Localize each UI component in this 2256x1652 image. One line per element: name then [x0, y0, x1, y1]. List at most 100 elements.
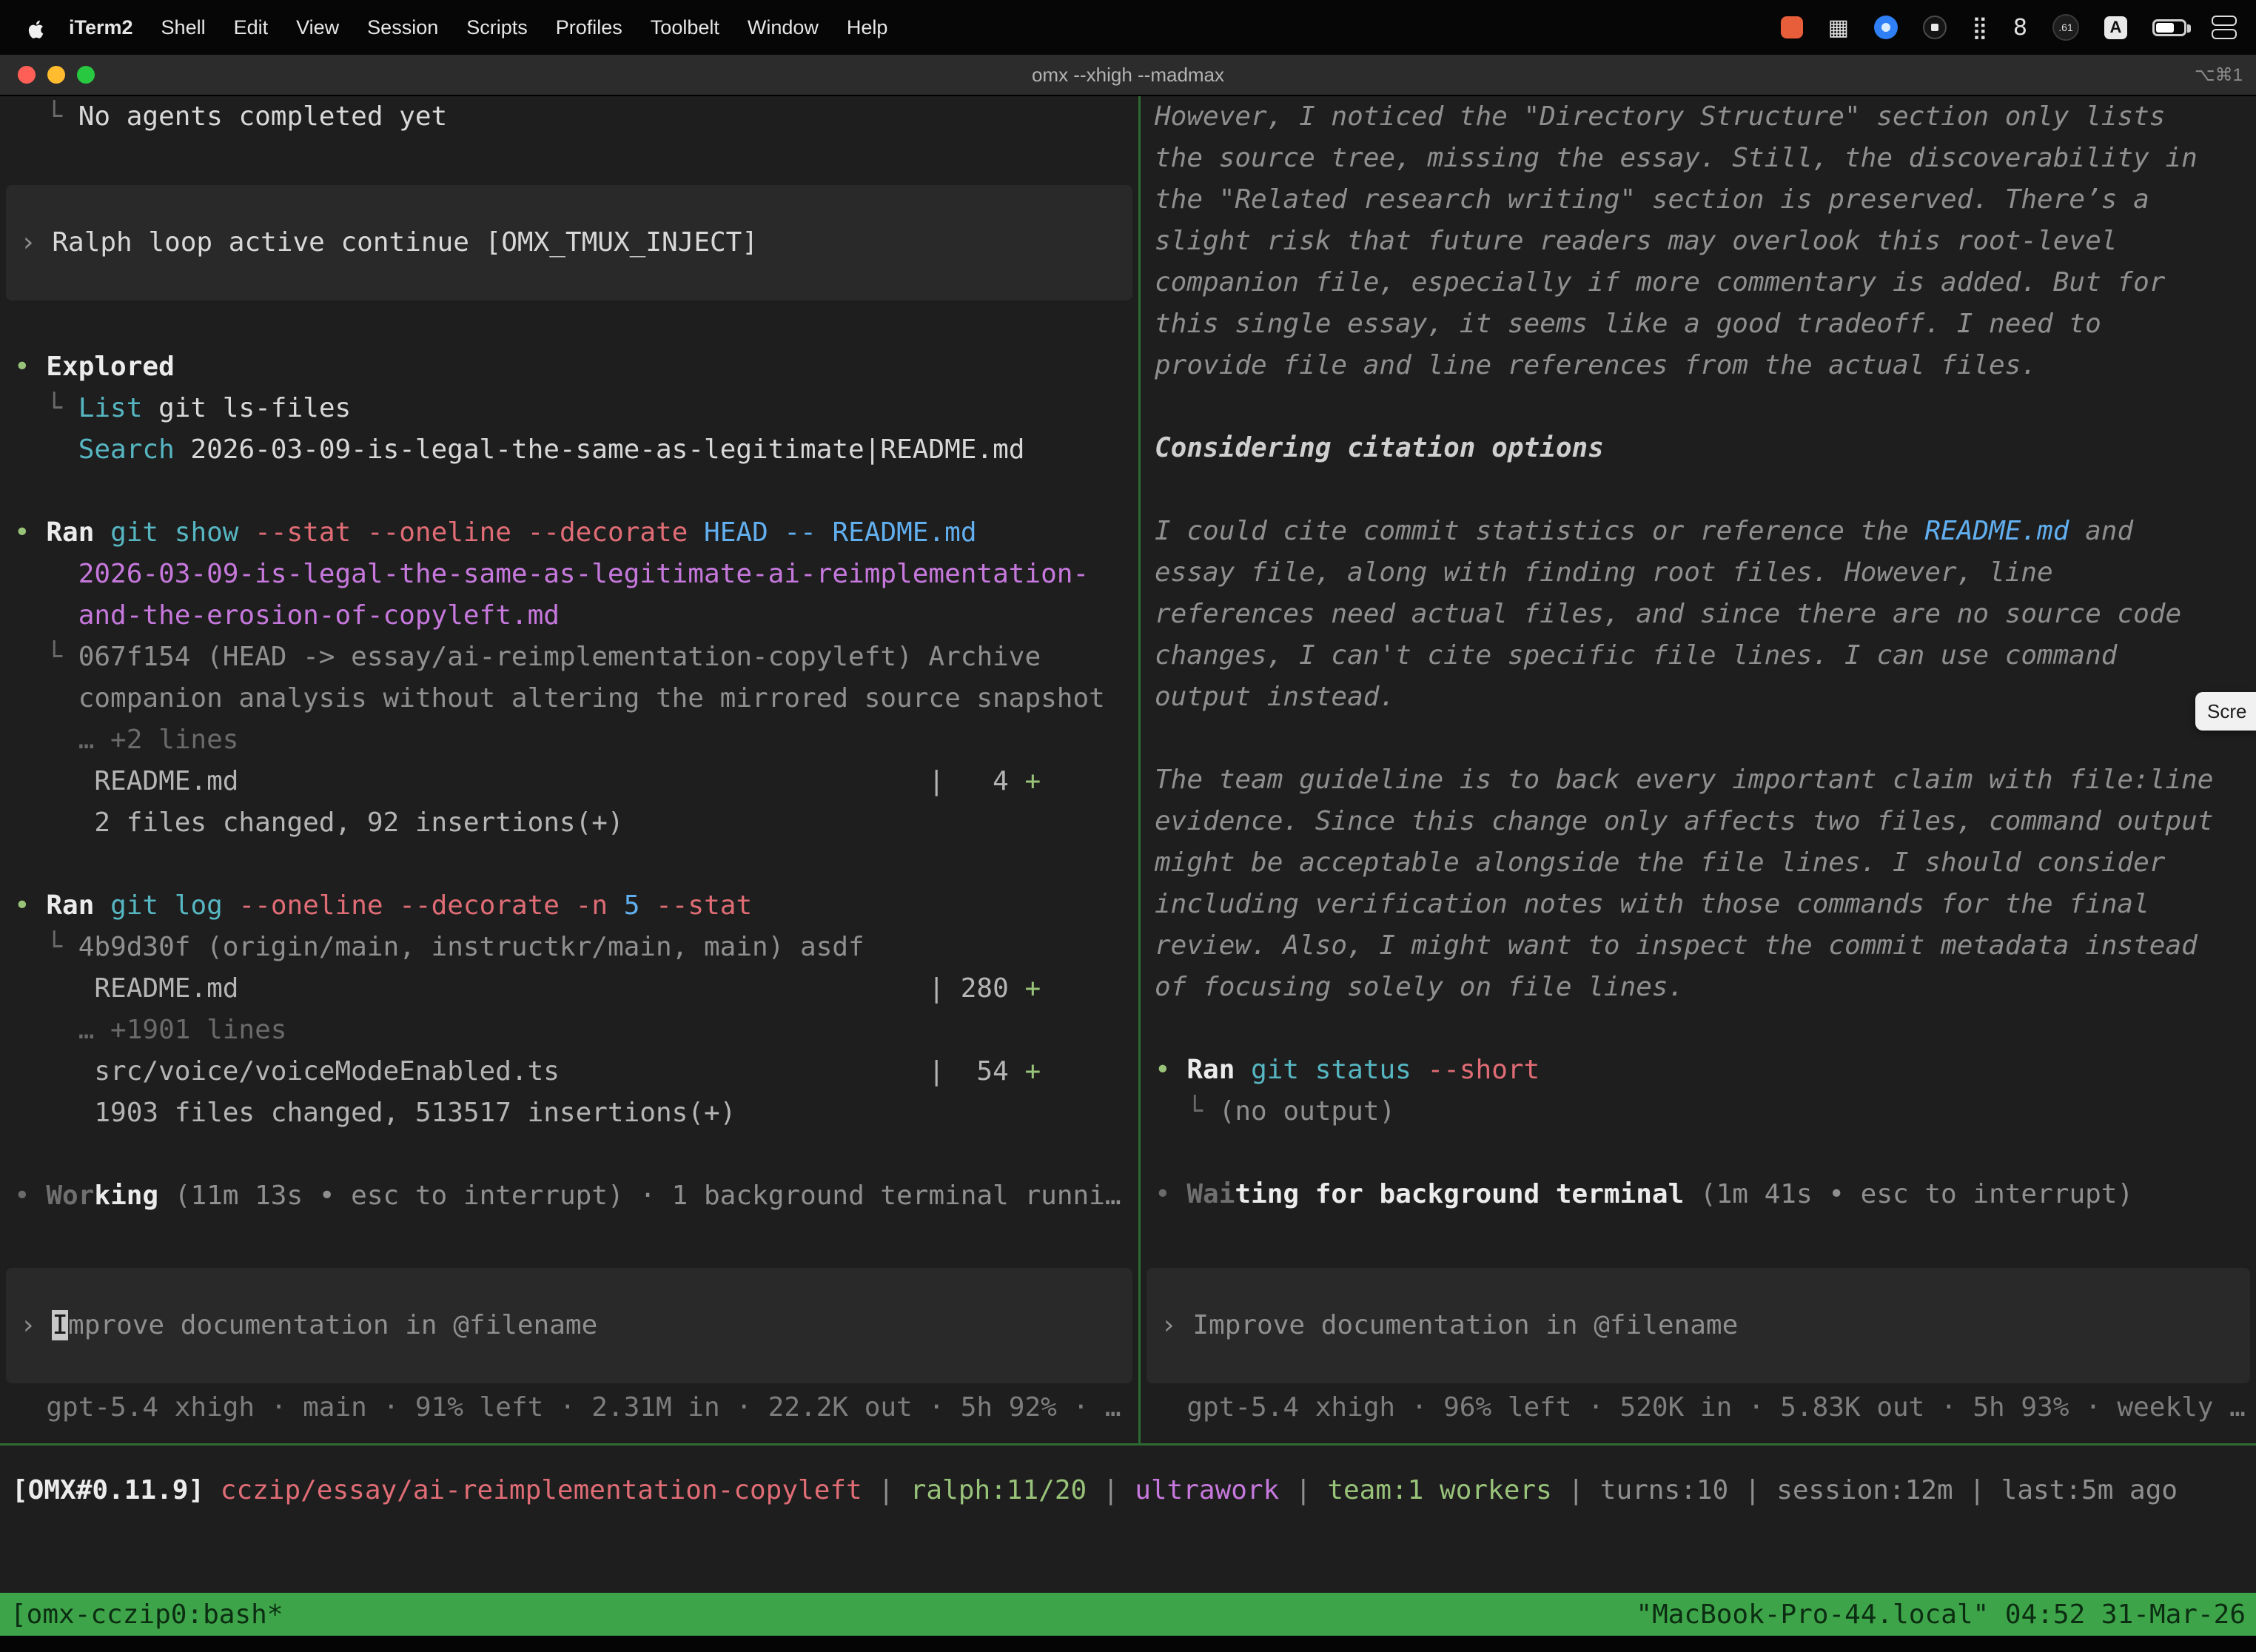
terminal-line: README.md | 4 + [0, 761, 1138, 802]
text-segment: 2026-03-09-is-legal-the-same-as-legitima… [175, 434, 1025, 465]
keyboard-grid-icon[interactable]: ▦ [1828, 15, 1849, 41]
text-segment: and-the-erosion-of-copyleft.md [14, 600, 560, 631]
text-segment [238, 517, 255, 548]
terminal-line [1141, 718, 2256, 759]
terminal-line [1141, 1008, 2256, 1050]
macos-menu-bar: iTerm2 Shell Edit View Session Scripts P… [0, 0, 2256, 55]
text-segment [1235, 1055, 1251, 1085]
menu-item-view[interactable]: View [282, 16, 353, 39]
text-segment: companion analysis without altering the … [14, 683, 1105, 713]
battery-percent-icon[interactable]: .61 [2052, 14, 2079, 41]
menu-item-help[interactable]: Help [833, 16, 902, 39]
text-segment: git ls-files [142, 393, 351, 423]
terminal-line: … +2 lines [0, 719, 1138, 761]
terminal-line: • Ran git log --oneline --decorate -n 5 … [0, 885, 1138, 927]
text-segment: and [2069, 516, 2133, 546]
text-segment: Wor [46, 1181, 94, 1211]
text-segment: references need actual files, and since … [1155, 599, 2181, 629]
left-pane[interactable]: └ No agents completed yet › Ralph loop a… [0, 96, 1138, 1443]
terminal-line: 2 files changed, 92 insertions(+) [0, 802, 1138, 844]
text-segment: the "Related research writing" section i… [1155, 184, 2149, 215]
terminal-line: companion analysis without altering the … [0, 678, 1138, 719]
terminal-line: README.md | 280 + [0, 968, 1138, 1010]
terminal-line: Considering citation options [1141, 428, 2256, 469]
menu-item-iterm2[interactable]: iTerm2 [55, 16, 147, 39]
terminal-line: this single essay, it seems like a good … [1141, 303, 2256, 345]
text-segment: session:12m [1776, 1475, 1953, 1505]
text-segment: evidence. Since this change only affects… [1155, 806, 2213, 836]
text-segment: └ [14, 932, 78, 962]
right-transcript: However, I noticed the "Directory Struct… [1141, 96, 2256, 1215]
tmux-status-bar: [omx-cczip0:bash* "MacBook-Pro-44.local"… [0, 1593, 2256, 1636]
text-segment: essay file, along with finding root file… [1155, 557, 2053, 588]
terminal-line: companion file, especially if more comme… [1141, 262, 2256, 303]
text-segment: … +2 lines [14, 725, 238, 755]
terminal-line: and-the-erosion-of-copyleft.md [0, 595, 1138, 637]
text-segment: └ [1155, 1096, 1219, 1126]
text-segment: [OMX#0.11.9] [12, 1475, 221, 1505]
window-title: omx --xhigh --madmax [0, 64, 2256, 87]
window-title-bar[interactable]: omx --xhigh --madmax ⌥⌘1 [0, 55, 2256, 96]
right-pane[interactable]: However, I noticed the "Directory Struct… [1141, 96, 2256, 1443]
text-segment: › [1161, 1310, 1192, 1340]
terminal-line [0, 844, 1138, 885]
terminal-line [0, 1134, 1138, 1175]
ralph-loop-line: › Ralph loop active continue [OMX_TMUX_I… [6, 222, 1132, 263]
right-model-status-line: gpt-5.4 xhigh · 96% left · 520K in · 5.8… [1141, 1387, 2256, 1428]
terminal-line: • Ran git show --stat --oneline --decora… [0, 512, 1138, 554]
menu-item-profiles[interactable]: Profiles [542, 16, 637, 39]
text-segment: changes, I can't cite specific file line… [1155, 640, 2117, 671]
text-segment: Ran [46, 890, 94, 921]
terminal-line: However, I noticed the "Directory Struct… [1141, 96, 2256, 138]
menu-item-edit[interactable]: Edit [220, 16, 283, 39]
text-segment: | [1279, 1475, 1327, 1505]
screen: iTerm2 Shell Edit View Session Scripts P… [0, 0, 2256, 1652]
terminal-line [0, 471, 1138, 512]
text-segment: + [1024, 766, 1041, 796]
left-prompt-input[interactable]: › Improve documentation in @filename [6, 1268, 1132, 1383]
control-center-icon[interactable] [2212, 16, 2237, 39]
text-segment: git status [1251, 1055, 1411, 1085]
dark-app-icon[interactable] [1923, 16, 1947, 39]
text-segment: However, I noticed the "Directory Struct… [1155, 101, 2165, 132]
left-input-line: › Improve documentation in @filename [6, 1305, 1132, 1346]
terminal-line: src/voice/voiceModeEnabled.ts | 54 + [0, 1051, 1138, 1092]
terminal-line: The team guideline is to back every impo… [1141, 759, 2256, 801]
window-shortcut-badge: ⌥⌘1 [2195, 64, 2243, 86]
ghost-app-icon[interactable]: 8 [2013, 15, 2027, 41]
text-segment: Explored [46, 352, 174, 382]
menu-item-toolbelt[interactable]: Toolbelt [637, 16, 733, 39]
text-segment: + [1024, 1056, 1041, 1087]
text-segment: └ [14, 393, 78, 423]
terminal-line: └ 067f154 (HEAD -> essay/ai-reimplementa… [0, 637, 1138, 678]
battery-icon[interactable] [2152, 19, 2186, 36]
menu-item-session[interactable]: Session [353, 16, 452, 39]
text-segment: (no output) [1219, 1096, 1395, 1126]
text-segment: • [14, 517, 46, 548]
text-segment: Improve documentation in @filename [1192, 1310, 1738, 1340]
terminal-line: changes, I can't cite specific file line… [1141, 635, 2256, 676]
text-segment [688, 517, 704, 548]
text-segment: README.md [1924, 516, 2069, 546]
text-segment: provide file and line references from th… [1155, 350, 2037, 380]
text-segment: README.md | 280 [14, 973, 1024, 1004]
menu-item-shell[interactable]: Shell [147, 16, 220, 39]
blue-app-icon[interactable] [1874, 16, 1898, 39]
text-segment: including verification notes with those … [1155, 889, 2149, 919]
text-segment: team:1 workers [1327, 1475, 1551, 1505]
menu-item-scripts[interactable]: Scripts [452, 16, 542, 39]
terminal-line: … +1901 lines [0, 1010, 1138, 1051]
terminal-line [1141, 1132, 2256, 1174]
menu-item-window[interactable]: Window [733, 16, 833, 39]
text-segment: --stat --oneline --decorate [255, 517, 688, 548]
apple-menu[interactable] [19, 16, 55, 39]
input-source-icon[interactable]: A [2104, 16, 2127, 39]
text-segment: | [862, 1475, 910, 1505]
right-prompt-input[interactable]: › Improve documentation in @filename [1147, 1268, 2250, 1383]
screen-overlay-tab[interactable]: Scre [2195, 692, 2256, 731]
apps-grid-icon[interactable]: ⣿ [1972, 15, 1988, 41]
text-segment: output instead. [1155, 682, 1395, 712]
text-segment: | [1087, 1475, 1135, 1505]
screen-recording-indicator-icon[interactable] [1781, 16, 1803, 38]
text-segment: review. Also, I might want to inspect th… [1155, 930, 2198, 961]
